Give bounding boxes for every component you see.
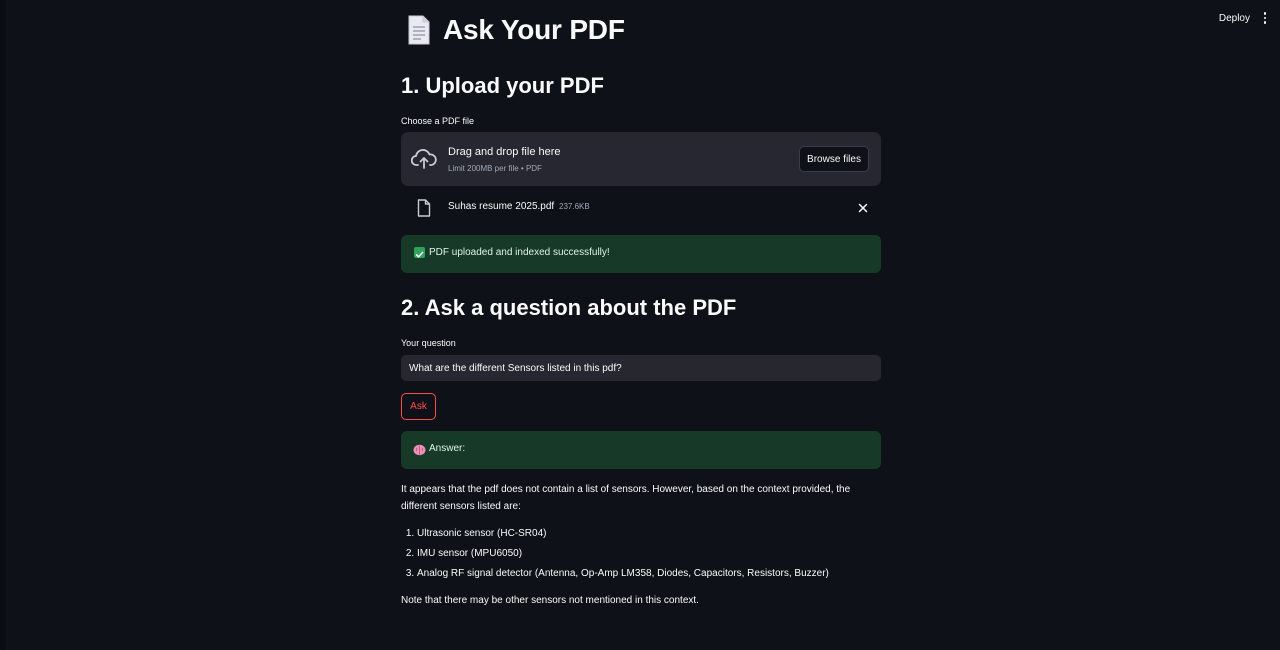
- left-edge: [0, 0, 6, 650]
- page-title: Ask Your PDF: [443, 14, 625, 45]
- question-section-heading: 2. Ask a question about the PDF: [401, 295, 737, 320]
- top-toolbar: Deploy: [1219, 10, 1270, 26]
- upload-success-alert: PDF uploaded and indexed successfully!: [401, 235, 881, 273]
- upload-section-heading: 1. Upload your PDF: [401, 73, 604, 98]
- answer-intro: It appears that the pdf does not contain…: [401, 484, 851, 512]
- remove-file-icon[interactable]: [856, 201, 870, 215]
- uploaded-file-size: 237.6KB: [559, 202, 590, 211]
- app-root: Deploy Ask Your PDF 1. Upload your PDF C…: [0, 0, 1280, 650]
- list-item: IMU sensor (MPU6050): [417, 545, 881, 562]
- brain-icon: [413, 443, 426, 456]
- upload-success-text: PDF uploaded and indexed successfully!: [429, 247, 610, 258]
- answer-note: Note that there may be other sensors not…: [401, 595, 699, 606]
- answer-body: It appears that the pdf does not contain…: [401, 481, 881, 609]
- cloud-upload-icon: [410, 148, 437, 170]
- question-input-label: Your question: [401, 338, 456, 348]
- sensor-list: Ultrasonic sensor (HC-SR04) IMU sensor (…: [401, 525, 881, 582]
- page-header: Ask Your PDF: [407, 14, 625, 46]
- browse-files-button[interactable]: Browse files: [799, 146, 869, 172]
- question-input[interactable]: [401, 355, 881, 381]
- uploaded-file-row: Suhas resume 2025.pdf 237.6KB: [401, 194, 881, 222]
- file-dropzone[interactable]: Drag and drop file here Limit 200MB per …: [401, 132, 881, 186]
- kebab-menu-icon[interactable]: [1260, 10, 1270, 26]
- dropzone-title: Drag and drop file here: [448, 146, 561, 158]
- uploaded-file-name: Suhas resume 2025.pdf: [448, 201, 555, 212]
- answer-header-text: Answer:: [429, 443, 466, 454]
- list-item: Analog RF signal detector (Antenna, Op-A…: [417, 565, 881, 582]
- ask-button[interactable]: Ask: [401, 393, 436, 420]
- file-uploader-label: Choose a PDF file: [401, 116, 475, 126]
- answer-header-box: Answer:: [401, 431, 881, 469]
- document-icon: [407, 15, 431, 45]
- checkmark-icon: [414, 247, 425, 258]
- file-icon: [417, 199, 431, 217]
- deploy-button[interactable]: Deploy: [1219, 13, 1250, 24]
- list-item: Ultrasonic sensor (HC-SR04): [417, 525, 881, 542]
- dropzone-limit-text: Limit 200MB per file • PDF: [448, 164, 542, 173]
